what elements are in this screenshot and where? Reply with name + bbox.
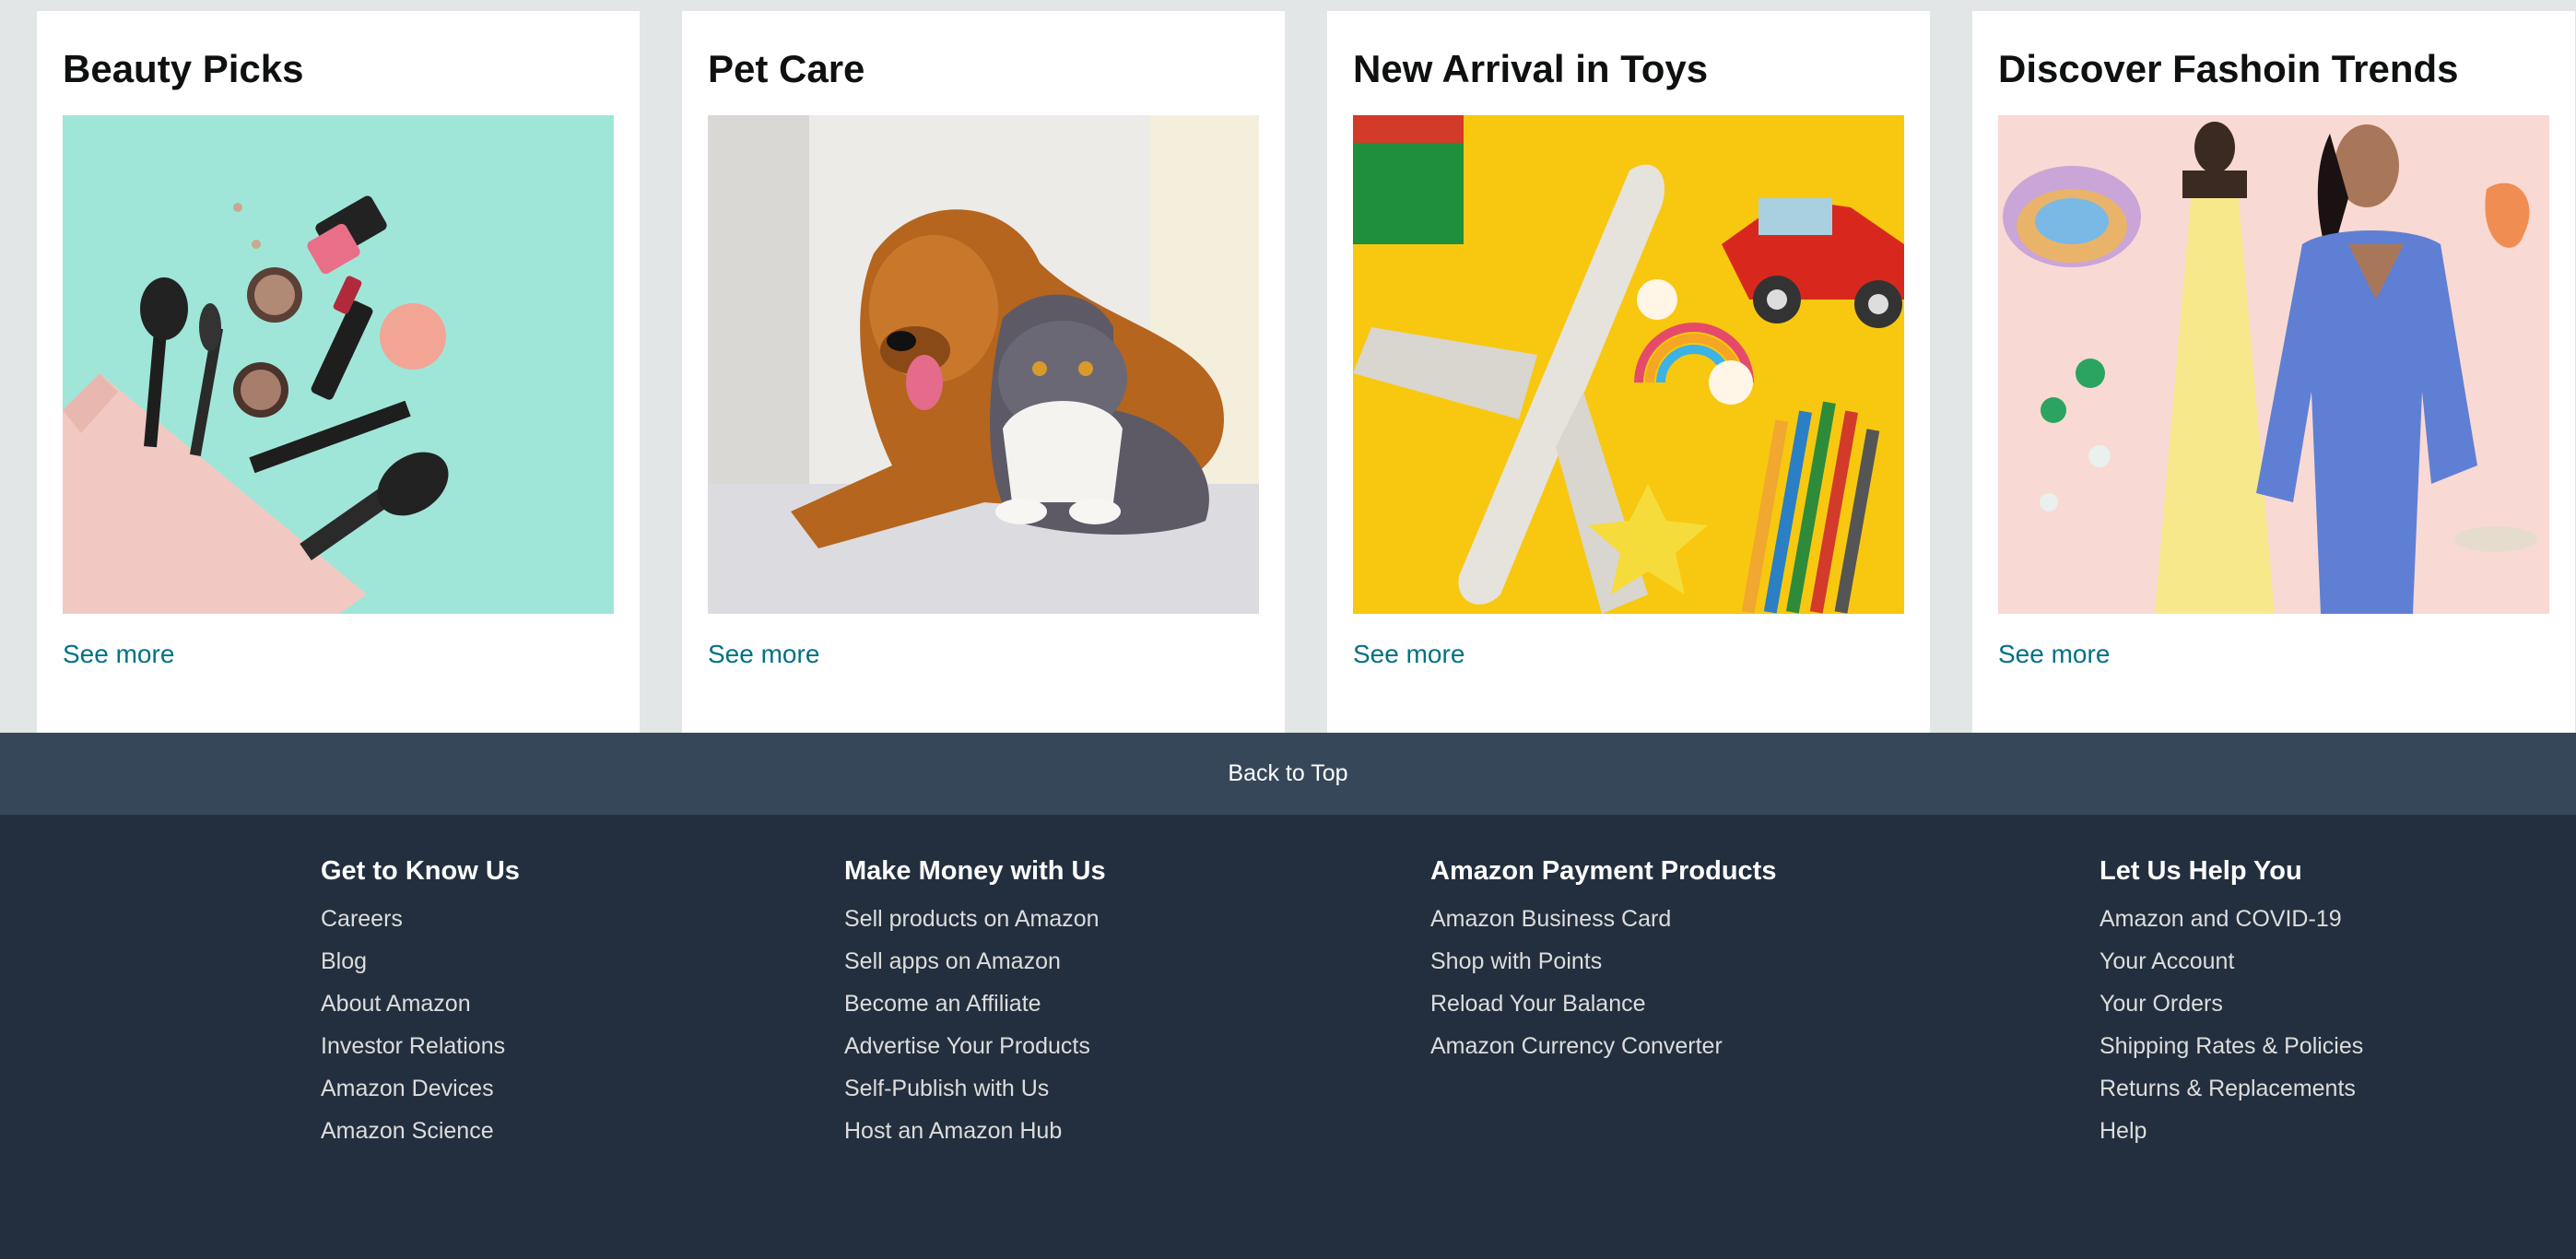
footer-link[interactable]: Sell products on Amazon (844, 906, 1106, 948)
footer-column-heading: Let Us Help You (2100, 856, 2302, 886)
beauty-products-image[interactable] (63, 115, 614, 614)
footer-link[interactable]: Shipping Rates & Policies (2100, 1033, 2363, 1076)
footer-link[interactable]: Your Orders (2100, 991, 2363, 1033)
footer-column-heading: Make Money with Us (844, 856, 1106, 886)
card-discover-fashion-trends: Discover Fashoin Trends See more (1972, 11, 2575, 733)
footer-link[interactable]: Amazon Currency Converter (1430, 1033, 1776, 1076)
toys-image[interactable] (1353, 115, 1904, 614)
card-title: Discover Fashoin Trends (1998, 47, 2459, 90)
footer-link[interactable]: Sell apps on Amazon (844, 948, 1106, 991)
footer-column-help: Let Us Help You Amazon and COVID-19 Your… (2100, 855, 2363, 1160)
see-more-link[interactable]: See more (1353, 640, 1464, 669)
card-new-arrival-toys: New Arrival in Toys See more (1327, 11, 1930, 733)
footer-link[interactable]: About Amazon (321, 991, 520, 1033)
see-more-link[interactable]: See more (1998, 640, 2110, 669)
footer-link[interactable]: Your Account (2100, 948, 2363, 991)
dog-and-cat-image[interactable] (708, 115, 1259, 614)
footer-link[interactable]: Returns & Replacements (2100, 1076, 2363, 1118)
footer-column-heading: Amazon Payment Products (1430, 856, 1777, 886)
footer-column-heading: Get to Know Us (321, 856, 520, 886)
footer-link[interactable]: Amazon Science (321, 1118, 520, 1160)
footer-link[interactable]: Reload Your Balance (1430, 991, 1776, 1033)
footer-link[interactable]: Shop with Points (1430, 948, 1776, 991)
back-to-top-button[interactable]: Back to Top (0, 733, 2576, 815)
card-beauty-picks: Beauty Picks See more (37, 11, 640, 733)
footer-link[interactable]: Amazon Business Card (1430, 906, 1776, 948)
fashion-models-image[interactable] (1998, 115, 2549, 614)
category-cards: Beauty Picks See more Pet Care See more … (0, 0, 2576, 733)
see-more-link[interactable]: See more (63, 640, 174, 669)
footer-link[interactable]: Amazon Devices (321, 1076, 520, 1118)
footer-link[interactable]: Blog (321, 948, 520, 991)
footer-link[interactable]: Become an Affiliate (844, 991, 1106, 1033)
card-title: Pet Care (708, 47, 865, 90)
footer-link[interactable]: Careers (321, 906, 520, 948)
footer: Get to Know Us Careers Blog About Amazon… (0, 815, 2576, 1259)
footer-column-make-money: Make Money with Us Sell products on Amaz… (844, 855, 1106, 1160)
footer-link[interactable]: Advertise Your Products (844, 1033, 1106, 1076)
see-more-link[interactable]: See more (708, 640, 819, 669)
footer-link[interactable]: Self-Publish with Us (844, 1076, 1106, 1118)
footer-link[interactable]: Host an Amazon Hub (844, 1118, 1106, 1160)
footer-column-payment-products: Amazon Payment Products Amazon Business … (1430, 855, 1776, 1076)
card-title: New Arrival in Toys (1353, 47, 1709, 90)
card-title: Beauty Picks (63, 47, 304, 90)
footer-link[interactable]: Help (2100, 1118, 2363, 1160)
footer-link[interactable]: Amazon and COVID-19 (2100, 906, 2363, 948)
footer-column-get-to-know-us: Get to Know Us Careers Blog About Amazon… (321, 855, 520, 1160)
card-pet-care: Pet Care See more (682, 11, 1285, 733)
footer-link[interactable]: Investor Relations (321, 1033, 520, 1076)
